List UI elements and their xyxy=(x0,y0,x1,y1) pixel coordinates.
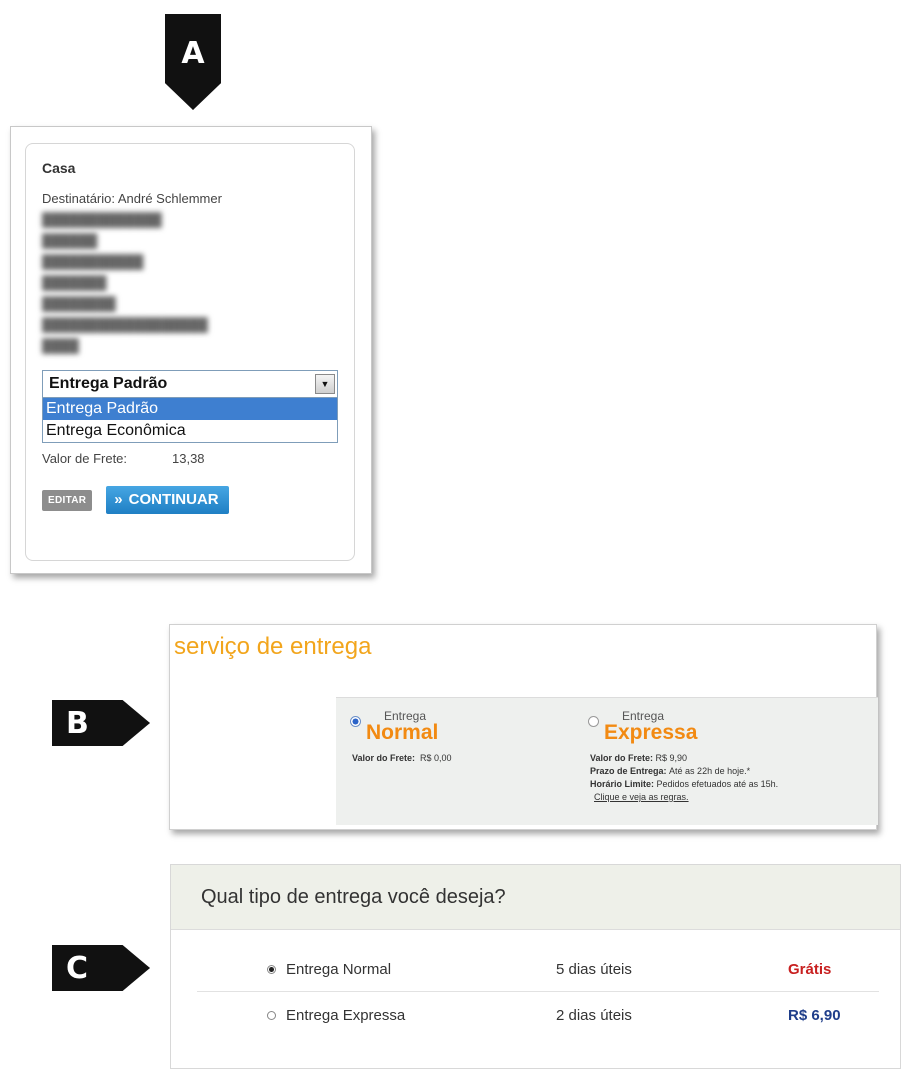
recipient-line: Destinatário: André Schlemmer xyxy=(42,191,222,206)
expressa-limit-value: Pedidos efetuados até as 15h. xyxy=(656,779,779,789)
option-normal-info: Valor do Frete: R$ 0,00 xyxy=(352,752,452,765)
normal-freight-label: Valor do Frete: xyxy=(352,753,416,763)
marker-c: C xyxy=(52,945,150,991)
option-normal-name: Entrega Normal xyxy=(366,710,452,744)
freight-label: Valor de Frete: xyxy=(42,451,128,466)
continue-label: CONTINUAR xyxy=(128,491,219,508)
marker-b-label: B xyxy=(66,705,89,741)
address-card: Casa Destinatário: André Schlemmer █████… xyxy=(25,143,355,561)
option-days: 5 dias úteis xyxy=(556,961,632,978)
delivery-question-text: Qual tipo de entrega você deseja? xyxy=(201,885,506,908)
radio-expressa[interactable] xyxy=(267,1010,276,1020)
option-days: 2 dias úteis xyxy=(556,1006,632,1024)
freight-row: Valor de Frete: 13,38 xyxy=(42,451,338,466)
delivery-option-expressa[interactable]: Entrega Expressa 2 dias úteis R$ 6,90 xyxy=(197,993,879,1037)
dropdown-option-padrao[interactable]: Entrega Padrão xyxy=(43,398,337,420)
screenshot-c: Qual tipo de entrega você deseja? Entreg… xyxy=(170,864,901,1069)
delivery-type-select-value: Entrega Padrão xyxy=(49,375,168,392)
delivery-question: Qual tipo de entrega você deseja? xyxy=(171,865,900,930)
option-normal[interactable]: Entrega Normal Valor do Frete: R$ 0,00 xyxy=(350,710,452,765)
radio-expressa[interactable] xyxy=(588,716,599,727)
expressa-limit-label: Horário Limite: xyxy=(590,779,655,789)
option-expressa-info: Valor do Frete: R$ 9,90 Prazo de Entrega… xyxy=(590,752,778,804)
dropdown-option-economica[interactable]: Entrega Econômica xyxy=(43,420,337,442)
normal-freight-value: R$ 0,00 xyxy=(420,753,452,763)
expressa-deadline-label: Prazo de Entrega: xyxy=(590,766,667,776)
blurred-address-line: ████████ xyxy=(42,296,116,311)
option-expressa-big: Expressa xyxy=(604,721,698,744)
delivery-service-title: serviço de entrega xyxy=(174,633,372,660)
marker-a-label: A xyxy=(181,36,205,71)
blurred-address-line: █████████████ xyxy=(42,212,162,227)
screenshot-a: Casa Destinatário: André Schlemmer █████… xyxy=(10,126,372,574)
freight-value: 13,38 xyxy=(172,451,205,466)
expressa-deadline-value: Até as 22h de hoje.* xyxy=(669,766,751,776)
delivery-options: Entrega Normal Valor do Frete: R$ 0,00 E… xyxy=(336,697,878,825)
option-name: Entrega Normal xyxy=(286,961,392,978)
blurred-address-line: ██████████████████ xyxy=(42,317,208,332)
expressa-freight-label: Valor do Frete: xyxy=(590,753,654,763)
rules-link[interactable]: Clique e veja as regras. xyxy=(594,791,689,804)
address-title: Casa xyxy=(42,160,76,176)
blurred-address-line: ████ xyxy=(42,338,79,353)
marker-b: B xyxy=(52,700,150,746)
blurred-address-line: ██████ xyxy=(42,233,98,248)
edit-button[interactable]: EDITAR xyxy=(42,489,93,511)
radio-normal[interactable] xyxy=(350,716,361,727)
option-normal-big: Normal xyxy=(366,721,439,744)
double-chevron-right-icon: » xyxy=(114,491,123,508)
option-price: R$ 6,90 xyxy=(788,1006,841,1024)
expressa-freight-value: R$ 9,90 xyxy=(655,753,688,763)
marker-c-label: C xyxy=(66,950,89,986)
delivery-option-normal[interactable]: Entrega Normal 5 dias úteis Grátis xyxy=(197,948,879,992)
screenshot-b: serviço de entrega Entrega Normal Valor … xyxy=(169,624,878,830)
option-price: Grátis xyxy=(788,961,832,978)
chevron-down-icon[interactable]: ▼ xyxy=(315,374,335,394)
blurred-address-line: ███████ xyxy=(42,275,107,290)
continue-button[interactable]: » CONTINUAR xyxy=(106,486,229,514)
option-expressa[interactable]: Entrega Expressa Valor do Frete: R$ 9,90… xyxy=(588,710,778,804)
option-name: Entrega Expressa xyxy=(286,1006,406,1024)
marker-a: A xyxy=(165,14,221,110)
action-buttons: EDITAR » CONTINUAR xyxy=(42,486,338,514)
delivery-type-select[interactable]: Entrega Padrão ▼ xyxy=(42,370,338,398)
delivery-type-dropdown: Entrega Padrão Entrega Econômica xyxy=(42,398,338,443)
blurred-address-line: ███████████ xyxy=(42,254,144,269)
radio-normal[interactable] xyxy=(267,965,276,974)
option-expressa-name: Entrega Expressa xyxy=(604,710,778,744)
